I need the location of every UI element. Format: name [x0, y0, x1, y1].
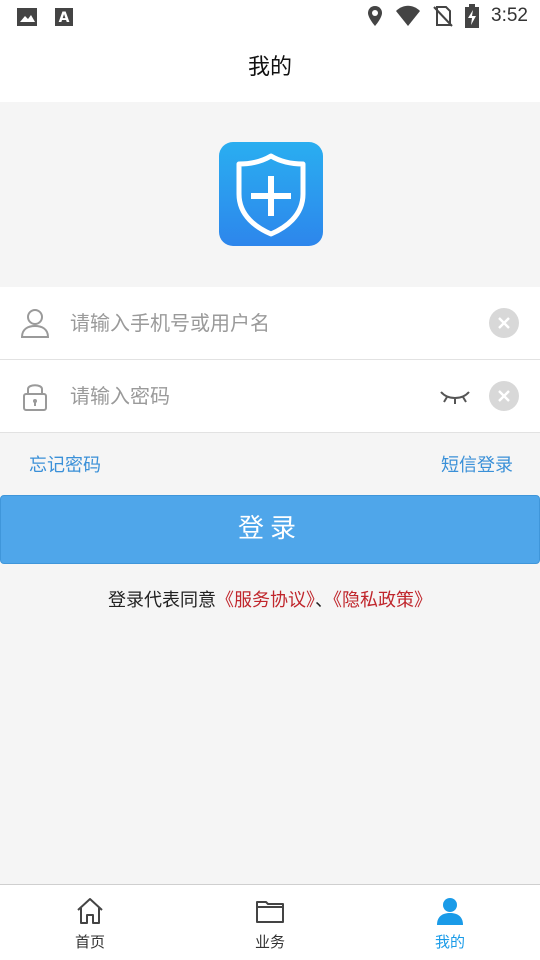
nav-item-mine[interactable]: 我的 [400, 895, 500, 952]
bottom-nav: 首页 业务 我的 [0, 884, 540, 960]
clear-username-button[interactable] [489, 308, 519, 338]
login-form [0, 287, 540, 433]
person-icon [437, 898, 463, 925]
app-logo [219, 142, 323, 246]
forgot-password-link[interactable]: 忘记密码 [29, 451, 101, 477]
no-sim-icon [433, 6, 453, 27]
nav-label-mine: 我的 [434, 933, 465, 951]
username-input[interactable] [70, 305, 410, 341]
nav-item-business[interactable]: 业务 [220, 895, 320, 952]
toggle-password-visibility-button[interactable] [438, 384, 472, 408]
home-icon [77, 898, 103, 924]
nav-item-home[interactable]: 首页 [40, 895, 140, 952]
password-input[interactable] [70, 378, 410, 414]
shield-plus-icon [236, 153, 306, 237]
close-icon [498, 390, 510, 402]
clear-password-button[interactable] [489, 381, 519, 411]
app-bar: 我的 [0, 36, 540, 102]
links-row: 忘记密码 短信登录 [0, 442, 540, 486]
agreement-separator: 、 [315, 590, 333, 611]
nav-label-business: 业务 [254, 933, 285, 951]
password-row [0, 359, 540, 433]
status-bar: A 3:52 [0, 0, 540, 36]
battery-charging-icon [465, 4, 480, 28]
lock-icon [23, 384, 47, 411]
agreement-text: 登录代表同意《服务协议》、《隐私政策》 [0, 586, 540, 612]
svg-text:A: A [59, 10, 70, 26]
sms-login-link[interactable]: 短信登录 [441, 451, 513, 477]
wifi-icon [396, 5, 421, 26]
privacy-policy-link[interactable]: 《隐私政策》 [333, 590, 432, 611]
location-icon [368, 6, 383, 26]
status-time: 3:52 [491, 5, 528, 26]
username-row [0, 287, 540, 359]
text-a-icon: A [55, 8, 73, 26]
close-icon [498, 317, 510, 329]
image-icon [17, 8, 37, 26]
folder-icon [256, 901, 284, 923]
login-button[interactable]: 登录 [0, 495, 540, 564]
agreement-prefix: 登录代表同意 [108, 590, 216, 611]
nav-label-home: 首页 [74, 933, 105, 951]
logo-area [0, 102, 540, 284]
eye-closed-icon [440, 391, 470, 404]
service-agreement-link[interactable]: 《服务协议》 [216, 590, 315, 611]
user-icon [20, 309, 50, 338]
page-title: 我的 [247, 55, 292, 80]
